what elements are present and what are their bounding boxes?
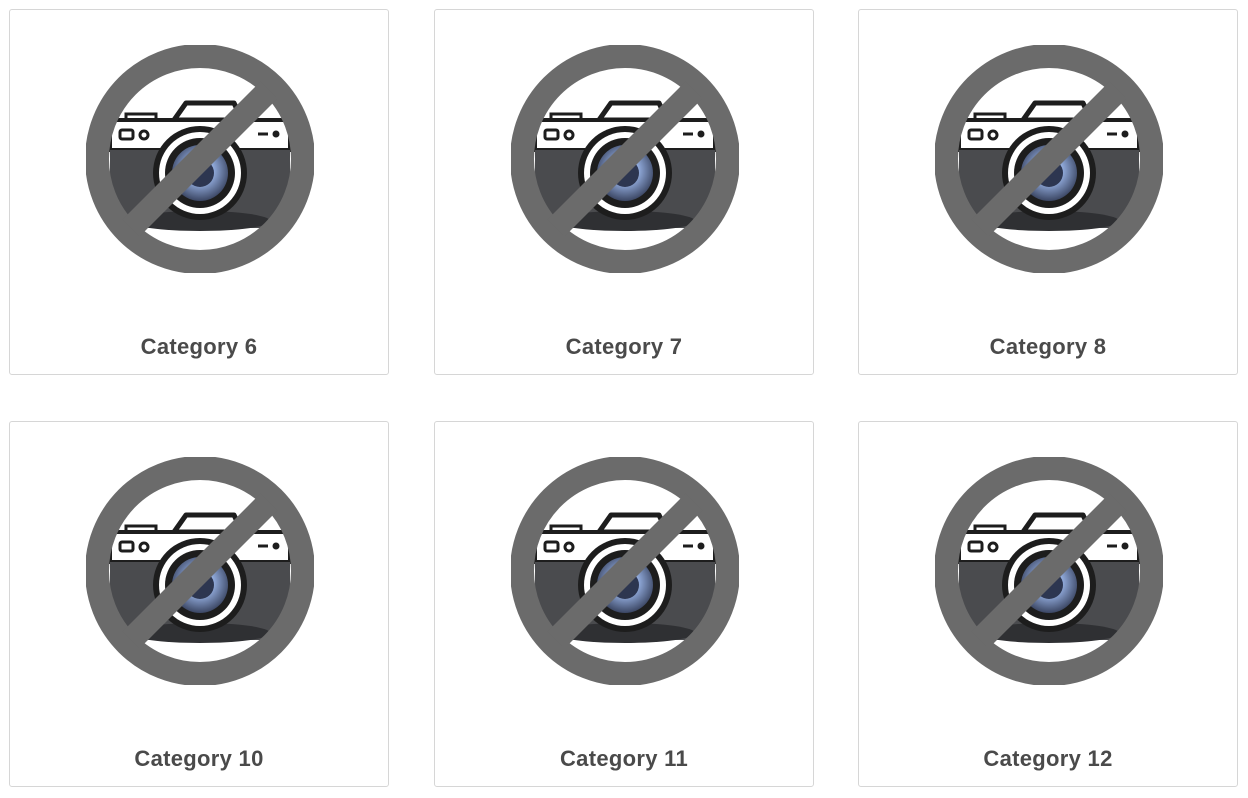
- category-grid: Category 6 Category 7 Category 8 Categor…: [0, 0, 1248, 798]
- category-label: Category 10: [134, 746, 264, 771]
- no-image-camera-icon: [86, 45, 314, 273]
- category-label: Category 11: [559, 746, 689, 771]
- category-card[interactable]: Category 7: [434, 9, 814, 375]
- category-card[interactable]: Category 11: [434, 421, 814, 787]
- category-label: Category 7: [565, 334, 683, 359]
- category-label: Category 12: [983, 746, 1113, 771]
- no-image-camera-icon: [511, 457, 739, 685]
- category-label: Category 8: [989, 334, 1107, 359]
- no-image-camera-icon: [935, 457, 1163, 685]
- category-label: Category 6: [140, 334, 258, 359]
- category-card[interactable]: Category 8: [858, 9, 1238, 375]
- no-image-camera-icon: [935, 45, 1163, 273]
- no-image-camera-icon: [511, 45, 739, 273]
- category-card[interactable]: Category 10: [9, 421, 389, 787]
- category-card[interactable]: Category 12: [858, 421, 1238, 787]
- category-card[interactable]: Category 6: [9, 9, 389, 375]
- no-image-camera-icon: [86, 457, 314, 685]
